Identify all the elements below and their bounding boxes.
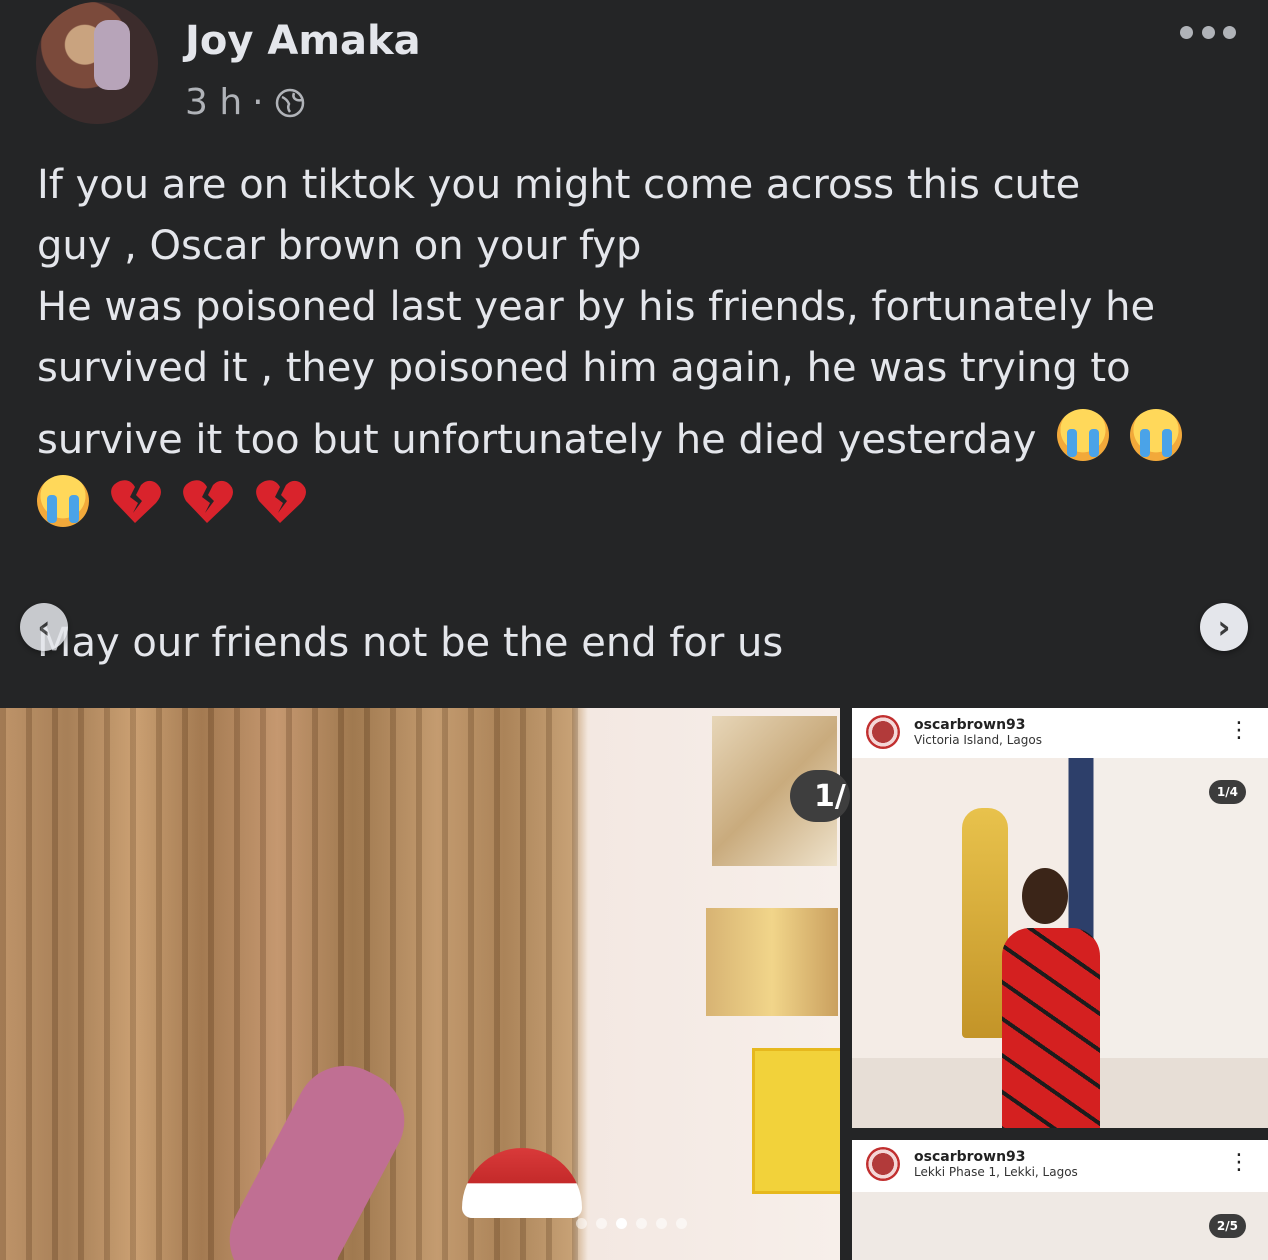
globe-icon[interactable] bbox=[274, 87, 306, 119]
ig-location[interactable]: Lekki Phase 1, Lekki, Lagos bbox=[914, 1165, 1078, 1179]
more-dot bbox=[1223, 25, 1236, 39]
carousel-dot[interactable] bbox=[676, 1218, 687, 1229]
ig-username[interactable]: oscarbrown93 bbox=[914, 717, 1042, 733]
carousel-dot[interactable] bbox=[596, 1218, 607, 1229]
ig-username[interactable]: oscarbrown93 bbox=[914, 1149, 1078, 1165]
ig-location[interactable]: Victoria Island, Lagos bbox=[914, 733, 1042, 747]
carousel-dot-active[interactable] bbox=[616, 1218, 627, 1229]
ig-avatar[interactable] bbox=[866, 715, 900, 749]
chevron-right-icon[interactable]: › bbox=[1200, 603, 1248, 651]
broken-heart-icon bbox=[110, 480, 161, 523]
post-time[interactable]: 3 h bbox=[185, 82, 242, 123]
carousel-dot[interactable] bbox=[656, 1218, 667, 1229]
carousel-dot[interactable] bbox=[636, 1218, 647, 1229]
emoji-line bbox=[37, 475, 1237, 537]
author-avatar[interactable] bbox=[36, 2, 158, 124]
loudly-crying-face-icon bbox=[1057, 409, 1110, 461]
broken-heart-icon bbox=[183, 480, 234, 523]
ig-post-header: oscarbrown93 Lekki Phase 1, Lekki, Lagos… bbox=[852, 1140, 1268, 1188]
photo-counter-badge: 1/ bbox=[790, 770, 850, 822]
avatar-figure bbox=[94, 20, 130, 90]
ig-post-header: oscarbrown93 Victoria Island, Lagos ⋮ bbox=[852, 708, 1268, 756]
ig-photo-counter: 1/4 bbox=[1208, 780, 1246, 804]
loudly-crying-face-icon bbox=[37, 475, 89, 527]
ig-avatar[interactable] bbox=[866, 1147, 900, 1181]
ig-photo bbox=[852, 758, 1268, 1128]
more-dot bbox=[1180, 25, 1193, 39]
post-line: If you are on tiktok you might come acro… bbox=[37, 162, 1081, 208]
carousel-dot[interactable] bbox=[576, 1218, 587, 1229]
main-photo[interactable] bbox=[0, 708, 840, 1260]
chevron-left-icon[interactable]: ‹ bbox=[20, 603, 68, 651]
author-name[interactable]: Joy Amaka bbox=[185, 18, 421, 64]
post-line: guy , Oscar brown on your fyp bbox=[37, 223, 642, 269]
wall-art bbox=[706, 908, 838, 1016]
post-text: If you are on tiktok you might come acro… bbox=[37, 155, 1237, 537]
ig-post-card[interactable]: oscarbrown93 Lekki Phase 1, Lekki, Lagos… bbox=[852, 1140, 1268, 1260]
person bbox=[1002, 928, 1100, 1128]
more-options-icon[interactable] bbox=[1180, 20, 1236, 44]
ig-post-card[interactable]: oscarbrown93 Victoria Island, Lagos ⋮ 1/… bbox=[852, 708, 1268, 1128]
ig-user-info: oscarbrown93 Lekki Phase 1, Lekki, Lagos bbox=[914, 1149, 1078, 1179]
post-line-with-emoji: survive it too but unfortunately he died… bbox=[37, 409, 1237, 471]
loudly-crying-face-icon bbox=[1129, 409, 1182, 461]
wall-art bbox=[752, 1048, 840, 1194]
ig-photo bbox=[852, 1192, 1268, 1260]
post-closing-line: May our friends not be the end for us bbox=[37, 620, 784, 666]
post-line: survive it too but unfortunately he died… bbox=[37, 417, 1037, 463]
post-line: survived it , they poisoned him again, h… bbox=[37, 345, 1131, 391]
ig-user-info: oscarbrown93 Victoria Island, Lagos bbox=[914, 717, 1042, 747]
carousel-dots bbox=[576, 1218, 687, 1229]
kebab-menu-icon[interactable]: ⋮ bbox=[1228, 1152, 1250, 1174]
ig-photo-counter: 2/5 bbox=[1208, 1214, 1246, 1238]
post-line: He was poisoned last year by his friends… bbox=[37, 284, 1156, 330]
more-dot bbox=[1201, 25, 1215, 39]
post-meta: 3 h · bbox=[185, 82, 306, 123]
meta-separator: · bbox=[252, 82, 264, 123]
person-head bbox=[1022, 868, 1068, 924]
kebab-menu-icon[interactable]: ⋮ bbox=[1228, 720, 1250, 742]
broken-heart-icon bbox=[256, 480, 307, 523]
